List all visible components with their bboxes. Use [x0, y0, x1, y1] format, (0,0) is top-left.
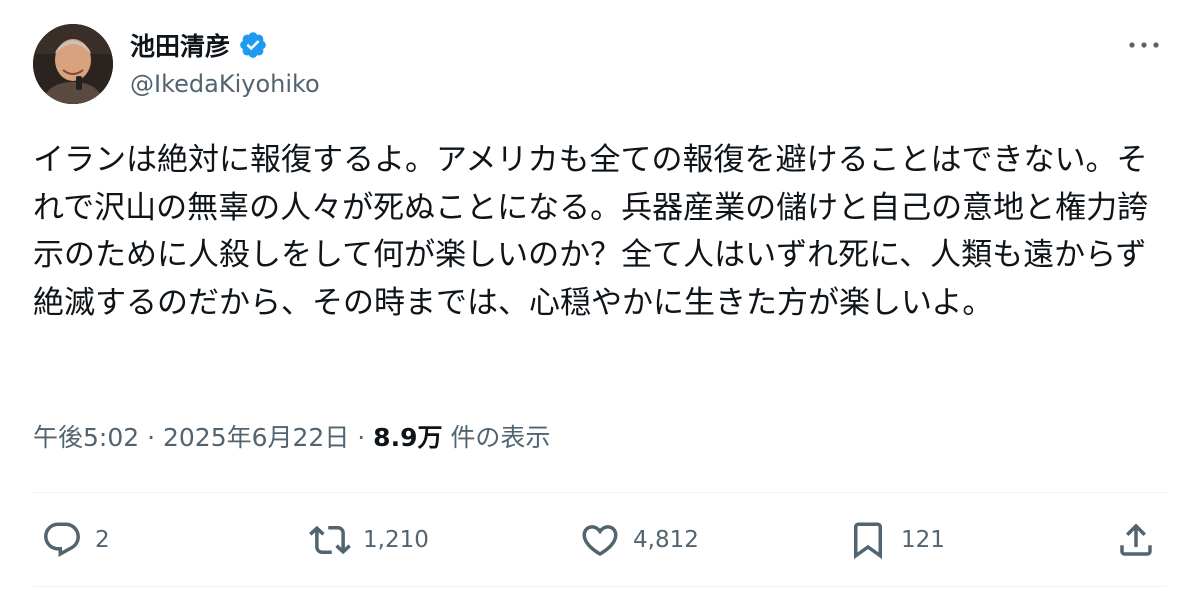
- tweet-text: イランは絶対に報復するよ。アメリカも全ての報復を避けることはできない。それで沢山…: [33, 142, 1149, 321]
- meta-separator: ·: [349, 423, 374, 452]
- like-count: 4,812: [633, 527, 699, 553]
- profile-photo-icon: [33, 24, 113, 104]
- tweet-card: 池田清彦 @IkedaKiyohiko イランは絶対に報復するよ。アメリカも全て…: [0, 0, 1197, 593]
- share-button[interactable]: [1115, 512, 1157, 568]
- author-name-row: 池田清彦: [130, 28, 268, 62]
- avatar[interactable]: [33, 24, 113, 104]
- views-label: 件の表示: [450, 423, 551, 452]
- action-bar: 2 1,210 4,812 121: [33, 512, 1166, 568]
- display-name[interactable]: 池田清彦: [130, 27, 230, 63]
- tweet-time[interactable]: 午後5:02: [33, 423, 139, 452]
- meta-separator: ·: [139, 423, 163, 452]
- heart-icon: [582, 525, 618, 557]
- reply-count: 2: [95, 527, 110, 553]
- divider: [33, 586, 1166, 587]
- retweet-count: 1,210: [363, 527, 429, 553]
- reply-button[interactable]: 2: [41, 512, 110, 568]
- verified-badge-icon: [238, 30, 268, 60]
- more-options-button[interactable]: [1126, 30, 1162, 60]
- author-handle[interactable]: @IkedaKiyohiko: [130, 70, 320, 98]
- bookmark-icon: [854, 522, 882, 560]
- bookmark-button[interactable]: 121: [847, 512, 945, 568]
- share-icon: [1120, 523, 1152, 556]
- retweet-button[interactable]: 1,210: [309, 512, 429, 568]
- more-dots-icon: [1129, 42, 1159, 48]
- bookmark-count: 121: [901, 527, 945, 553]
- views-count[interactable]: 8.9万: [373, 423, 442, 452]
- tweet-meta: 午後5:02 · 2025年6月22日 · 8.9万 件の表示: [33, 418, 550, 454]
- like-button[interactable]: 4,812: [579, 512, 699, 568]
- tweet-date[interactable]: 2025年6月22日: [163, 423, 349, 452]
- retweet-icon: [309, 525, 351, 555]
- divider: [33, 492, 1166, 493]
- reply-icon: [44, 522, 80, 557]
